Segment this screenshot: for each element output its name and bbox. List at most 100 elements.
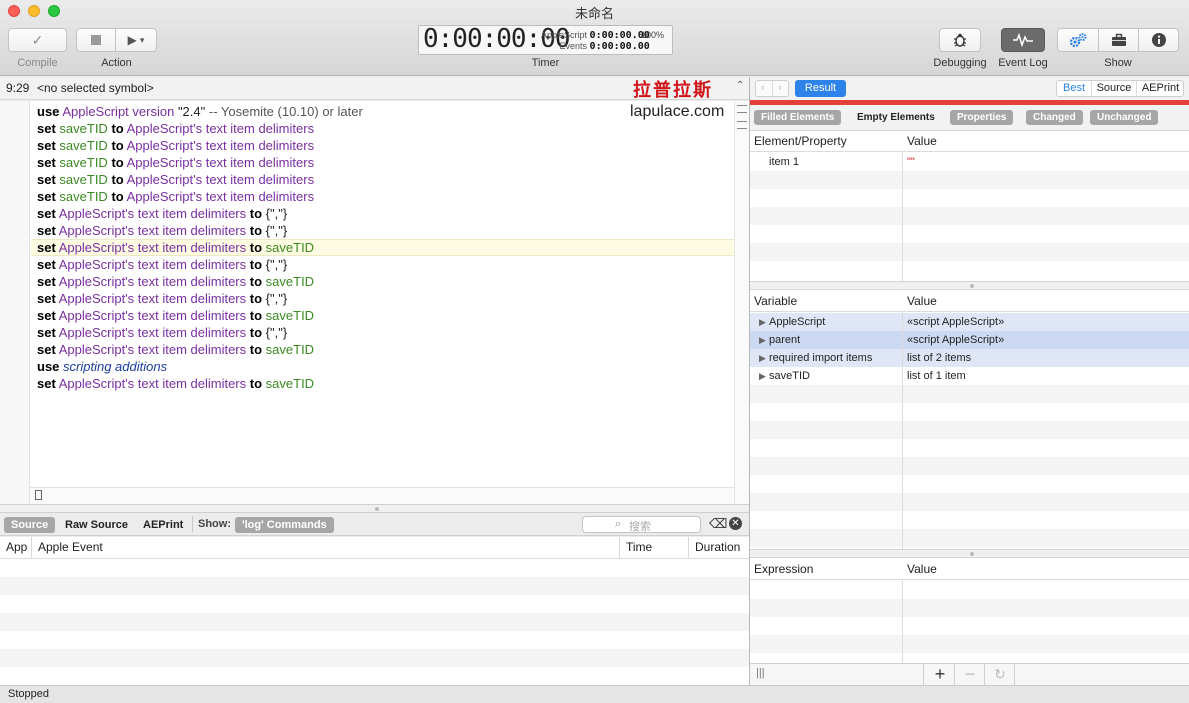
main-splitter[interactable] [749, 77, 750, 685]
briefcase-icon [1111, 33, 1126, 46]
code-token: set [37, 206, 56, 221]
code-token: to [111, 172, 124, 187]
code-line[interactable]: set saveTID to AppleScript's text item d… [37, 154, 314, 171]
tab-unchanged[interactable]: Unchanged [1090, 110, 1159, 125]
elements-table[interactable]: Element/Property Value item 1 "" [750, 131, 1189, 281]
code-line[interactable]: set saveTID to AppleScript's text item d… [37, 120, 314, 137]
code-line[interactable]: set saveTID to AppleScript's text item d… [37, 137, 314, 154]
column-value[interactable]: Value [907, 291, 937, 312]
code-line[interactable]: set AppleScript's text item delimiters t… [37, 256, 287, 273]
refresh-icon[interactable]: ↻ [986, 664, 1014, 686]
code-line[interactable]: set AppleScript's text item delimiters t… [37, 375, 314, 392]
editor-scrollbar[interactable] [734, 101, 749, 504]
column-duration[interactable]: Duration [689, 537, 749, 558]
code-line[interactable]: use scripting additions [37, 358, 167, 375]
splitter-handle [969, 552, 974, 556]
event-log-table[interactable]: App Apple Event Time Duration [0, 537, 749, 685]
split-editor-icon[interactable] [737, 105, 747, 113]
table-row[interactable]: item 1 "" [750, 153, 1189, 171]
code-token: to [249, 376, 263, 391]
code-token: set [37, 223, 56, 238]
code-token: AppleScript's text item delimiters [58, 274, 247, 289]
tab-filled-elements[interactable]: Filled Elements [754, 110, 842, 125]
code-line[interactable]: set AppleScript's text item delimiters t… [37, 205, 287, 222]
symbol-chevron-icon[interactable]: ⌃ [736, 80, 744, 91]
show-bundle-button[interactable] [1098, 28, 1139, 52]
disclosure-triangle-icon[interactable]: ▶ [759, 331, 766, 349]
add-expression-icon[interactable]: + [926, 664, 954, 686]
log-commands-filter[interactable]: 'log' Commands [235, 517, 334, 533]
show-info-button[interactable] [1138, 28, 1179, 52]
timer-events-time: 0:00:00.00 [589, 41, 650, 52]
close-circle-icon[interactable]: ✕ [729, 517, 742, 530]
debugging-button[interactable] [939, 28, 981, 52]
history-nav[interactable]: ‹ › [755, 80, 789, 97]
table-row[interactable]: ▶ saveTID list of 1 item [750, 367, 1189, 385]
split-view-icon[interactable] [35, 490, 42, 500]
code-line[interactable]: set AppleScript's text item delimiters t… [37, 222, 287, 239]
tab-empty-elements[interactable]: Empty Elements [850, 110, 942, 125]
code-line[interactable]: set saveTID to AppleScript's text item d… [37, 188, 314, 205]
column-value[interactable]: Value [907, 131, 937, 152]
elements-variables-splitter[interactable] [750, 281, 1189, 290]
column-value[interactable]: Value [907, 559, 937, 580]
view-tab-aeprint[interactable]: AEPrint [1137, 81, 1184, 96]
code-line[interactable]: use AppleScript version "2.4" -- Yosemit… [37, 103, 363, 120]
code-line[interactable]: set AppleScript's text item delimiters t… [37, 290, 287, 307]
remove-expression-icon[interactable]: − [956, 664, 984, 686]
variable-value: list of 2 items [907, 352, 972, 364]
log-search-input[interactable]: ⌕ 搜索 [582, 516, 701, 533]
forward-icon[interactable]: › [778, 81, 782, 96]
column-element-property[interactable]: Element/Property [754, 131, 847, 152]
variable-name: AppleScript [769, 316, 826, 328]
toolbar: 未命名 ✓ Compile ▶ ▾ Action 0:00:00:00 Apple… [0, 0, 1189, 76]
element-name: item 1 [769, 156, 799, 168]
disclosure-triangle-icon[interactable]: ▶ [759, 349, 766, 367]
symbol-selector[interactable]: <no selected symbol> [37, 81, 154, 95]
result-button[interactable]: Result [795, 80, 846, 97]
column-app[interactable]: App [0, 537, 32, 558]
timer-label: Timer [531, 57, 560, 69]
code-token: to [249, 342, 263, 357]
column-resize-icon[interactable]: ||| [756, 667, 765, 679]
code-token: use [37, 104, 60, 119]
code-line[interactable]: set saveTID to AppleScript's text item d… [37, 171, 314, 188]
code-line[interactable]: set AppleScript's text item delimiters t… [37, 307, 314, 324]
code-line[interactable]: set AppleScript's text item delimiters t… [37, 341, 314, 358]
log-tab-source[interactable]: Source [4, 517, 56, 533]
tab-changed[interactable]: Changed [1026, 110, 1083, 125]
view-tab-best[interactable]: Best [1057, 81, 1091, 96]
log-tab-raw-source[interactable]: Raw Source [58, 517, 135, 533]
code-line[interactable]: set AppleScript's text item delimiters t… [37, 324, 287, 341]
script-editor[interactable]: use AppleScript version "2.4" -- Yosemit… [0, 101, 749, 504]
run-button[interactable]: ▶ ▾ [115, 28, 157, 52]
disclosure-triangle-icon[interactable]: ▶ [759, 313, 766, 331]
split-lines-icon[interactable] [737, 121, 747, 129]
show-script-settings-button[interactable] [1057, 28, 1099, 52]
column-expression[interactable]: Expression [754, 559, 813, 580]
expression-table[interactable]: Expression Value [750, 559, 1189, 663]
variables-expression-splitter[interactable] [750, 549, 1189, 558]
code-line[interactable]: set AppleScript's text item delimiters t… [37, 239, 314, 256]
view-tab-source[interactable]: Source [1092, 81, 1136, 96]
variables-table[interactable]: Variable Value ▶ AppleScript «script App… [750, 291, 1189, 549]
log-tab-aeprint[interactable]: AEPrint [136, 517, 190, 533]
code-token: AppleScript's text item delimiters [58, 291, 247, 306]
column-apple-event[interactable]: Apple Event [32, 537, 620, 558]
disclosure-triangle-icon[interactable]: ▶ [759, 367, 766, 385]
column-variable[interactable]: Variable [754, 291, 797, 312]
compile-button[interactable]: ✓ [8, 28, 67, 52]
stop-button[interactable] [76, 28, 116, 52]
tab-properties[interactable]: Properties [950, 110, 1014, 125]
back-icon[interactable]: ‹ [761, 81, 765, 96]
editor-log-splitter[interactable] [0, 504, 749, 512]
table-row[interactable]: ▶ required import items list of 2 items [750, 349, 1189, 367]
line-gutter [0, 101, 30, 504]
code-token: "2.4" [177, 104, 206, 119]
table-row[interactable]: ▶ parent «script AppleScript» [750, 331, 1189, 349]
column-time[interactable]: Time [620, 537, 689, 558]
table-row[interactable]: ▶ AppleScript «script AppleScript» [750, 313, 1189, 331]
event-log-button[interactable] [1001, 28, 1045, 52]
eraser-icon[interactable]: ⌫ [709, 516, 727, 532]
code-line[interactable]: set AppleScript's text item delimiters t… [37, 273, 314, 290]
